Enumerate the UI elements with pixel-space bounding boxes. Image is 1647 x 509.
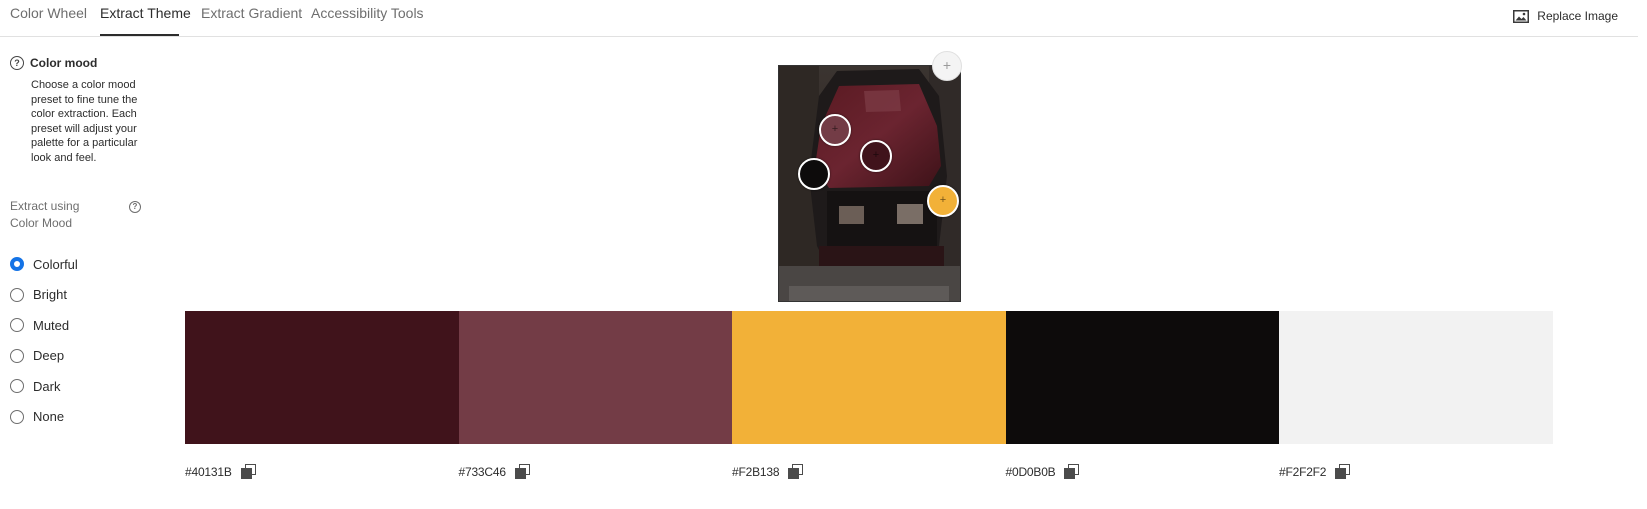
active-tab-indicator	[100, 34, 179, 36]
radio-none[interactable]: None	[10, 402, 78, 433]
color-picker-handle[interactable]: +	[927, 185, 959, 217]
copy-icon[interactable]	[240, 464, 257, 480]
hex-code-text: #F2B138	[732, 465, 780, 479]
radio-label: Bright	[33, 287, 67, 303]
extract-mood-label: Extract using Color Mood	[10, 199, 80, 230]
radio-label: Muted	[33, 317, 70, 333]
extract-mood-row: Extract using Color Mood ?	[10, 198, 150, 232]
tab-color-wheel[interactable]: Color Wheel	[10, 5, 87, 21]
radio-colorful[interactable]: Colorful	[10, 249, 78, 280]
radio-dark[interactable]: Dark	[10, 371, 78, 402]
palette-swatches	[185, 311, 1553, 444]
swatch-2[interactable]	[458, 311, 733, 444]
radio-label: None	[33, 409, 65, 425]
swatch-1[interactable]	[185, 311, 459, 444]
color-mood-header: ? Color mood	[10, 56, 160, 70]
radio-deep[interactable]: Deep	[10, 341, 78, 372]
radio-button[interactable]	[10, 379, 24, 394]
color-picker-handle[interactable]: +	[819, 114, 851, 146]
hex-codes-row: #40131B #733C46 #F2B138 #0D0B0B #F2F2F2	[185, 464, 1553, 484]
hex-code-text: #733C46	[458, 465, 507, 479]
hex-code-item: #F2F2F2	[1279, 464, 1351, 480]
radio-bright[interactable]: Bright	[10, 280, 78, 311]
radio-button[interactable]	[10, 348, 24, 363]
image-icon	[1513, 9, 1530, 23]
copy-icon[interactable]	[788, 464, 804, 480]
color-mood-title: Color mood	[30, 56, 98, 70]
color-mood-radio-group: Colorful Bright Muted Deep Dark None	[10, 249, 78, 432]
tab-extract-gradient[interactable]: Extract Gradient	[201, 5, 302, 21]
hex-code-item: #0D0B0B	[1006, 464, 1081, 480]
help-circle-icon[interactable]: ?	[129, 201, 141, 213]
replace-image-button[interactable]: Replace Image	[1513, 9, 1618, 23]
copy-icon[interactable]	[1064, 464, 1080, 480]
radio-label: Deep	[33, 348, 65, 364]
radio-button[interactable]	[10, 409, 24, 424]
hex-code-text: #F2F2F2	[1279, 465, 1327, 479]
tab-accessibility-tools[interactable]: Accessibility Tools	[311, 5, 424, 21]
sidebar: ? Color mood Choose a color mood preset …	[10, 56, 160, 424]
radio-button-checked[interactable]	[10, 257, 24, 272]
color-picker-handle[interactable]	[798, 158, 830, 190]
replace-image-label: Replace Image	[1537, 9, 1618, 23]
hex-code-text: #0D0B0B	[1005, 465, 1056, 479]
swatch-4[interactable]	[1005, 311, 1280, 444]
copy-icon[interactable]	[514, 464, 531, 480]
copy-icon[interactable]	[1335, 464, 1351, 480]
tab-extract-theme[interactable]: Extract Theme	[100, 5, 191, 21]
color-picker-handle[interactable]: +	[860, 140, 892, 172]
add-color-picker-button[interactable]: +	[932, 51, 962, 81]
hex-code-item: #40131B	[185, 464, 257, 480]
help-circle-icon[interactable]: ?	[10, 56, 24, 70]
radio-label: Colorful	[33, 256, 78, 272]
radio-button[interactable]	[10, 287, 24, 302]
radio-label: Dark	[33, 378, 61, 394]
swatch-5[interactable]	[1279, 311, 1553, 444]
tab-bar: Color Wheel Extract Theme Extract Gradie…	[0, 0, 1638, 37]
hex-code-text: #40131B	[185, 465, 232, 479]
radio-button[interactable]	[10, 318, 24, 333]
swatch-3[interactable]	[732, 311, 1006, 444]
color-mood-description: Choose a color mood preset to fine tune …	[31, 79, 138, 164]
radio-muted[interactable]: Muted	[10, 310, 78, 341]
hex-code-item: #733C46	[459, 464, 531, 480]
hex-code-item: #F2B138	[732, 464, 804, 480]
